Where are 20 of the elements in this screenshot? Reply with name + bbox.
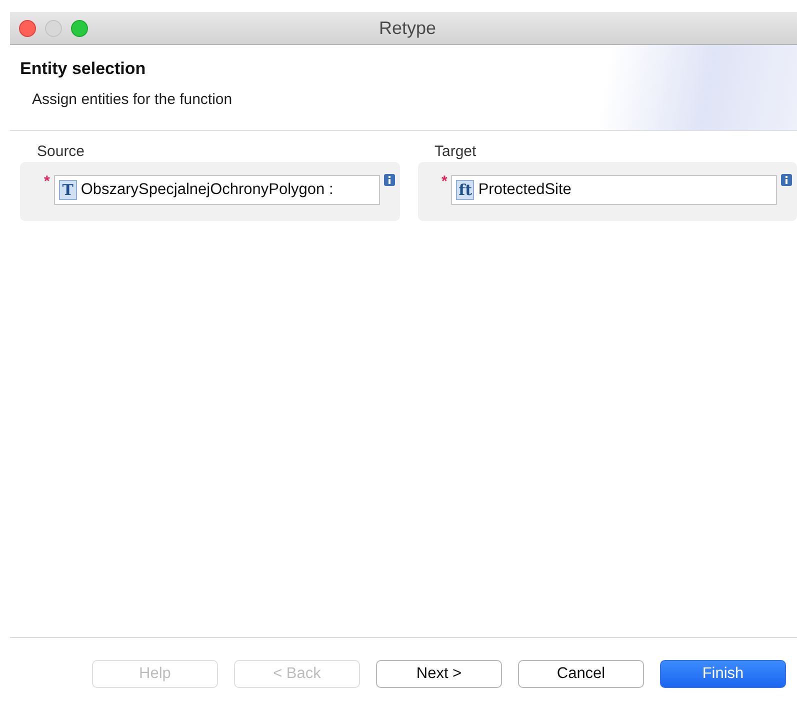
info-icon[interactable]	[781, 174, 792, 186]
type-icon: T	[58, 180, 77, 200]
page-title: Entity selection	[20, 59, 147, 79]
entity-value: ObszarySpecjalnejOchronyPolygon :	[80, 181, 334, 199]
required-mark: *	[44, 175, 50, 189]
page-subtitle: Assign entities for the function	[32, 91, 234, 108]
entity-field[interactable]: T ObszarySpecjalnejOchronyPolygon :	[54, 175, 380, 205]
dialog-button[interactable]: Finish	[660, 660, 786, 688]
entity-value: ProtectedSite	[478, 181, 572, 199]
column-label: Target	[434, 143, 478, 160]
dialog-button[interactable]: Cancel	[518, 660, 644, 688]
dialog-button[interactable]: Next >	[376, 660, 502, 688]
type-icon: ft	[456, 180, 474, 200]
column-label: Source	[37, 143, 86, 160]
close-button[interactable]	[19, 20, 36, 36]
info-icon[interactable]	[384, 174, 395, 186]
window-title: Retype	[378, 18, 436, 38]
zoom-button[interactable]	[71, 20, 88, 36]
required-mark: *	[442, 175, 448, 189]
entity-field[interactable]: ft ProtectedSite	[451, 175, 778, 205]
